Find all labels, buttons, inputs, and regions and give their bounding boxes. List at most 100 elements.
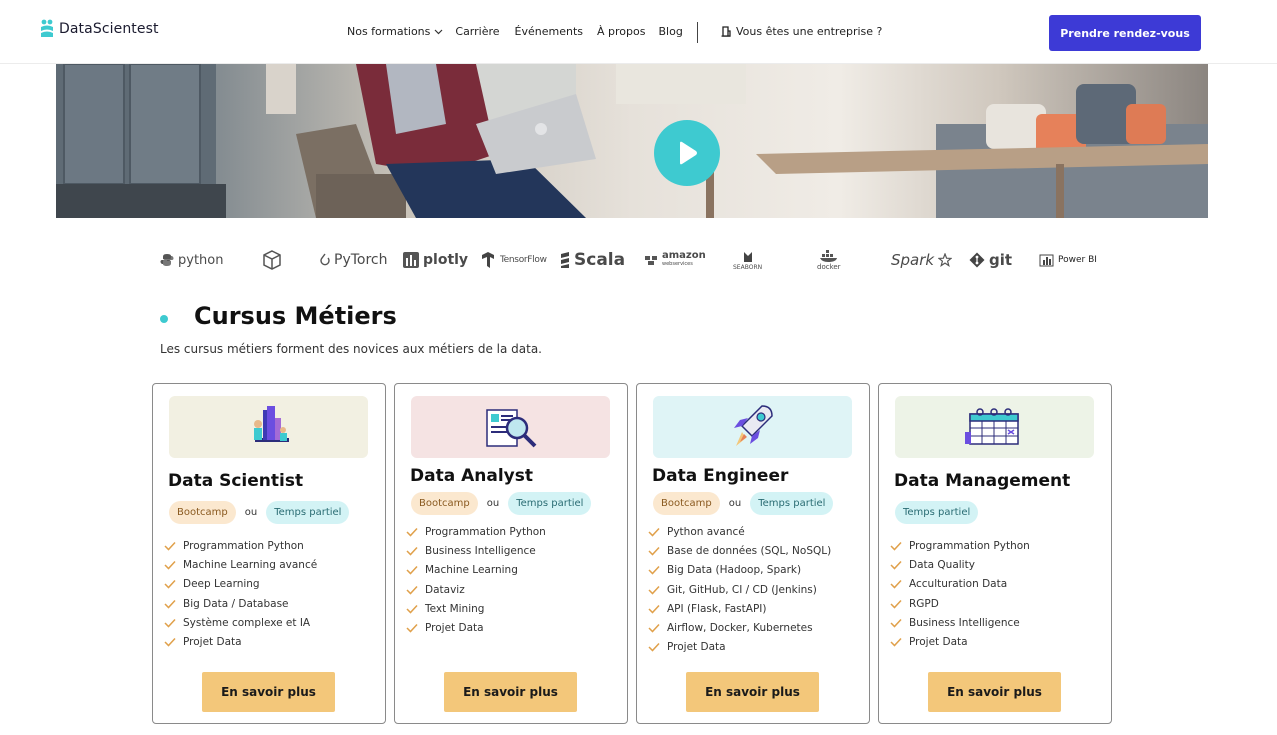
nav-formations-label: Nos formations <box>347 25 431 38</box>
tag-temps-partiel: Temps partiel <box>750 492 834 515</box>
card-illustration <box>653 396 852 458</box>
plotly-icon <box>403 252 419 268</box>
list-item: Projet Data <box>164 632 374 651</box>
list-item-label: Python avancé <box>667 525 745 538</box>
list-item: Deep Learning <box>164 575 374 594</box>
list-item: Data Quality <box>890 555 1100 574</box>
list-item: Git, GitHub, CI / CD (Jenkins) <box>648 580 858 599</box>
card-tags: Temps partiel <box>895 501 979 524</box>
tag-temps-partiel: Temps partiel <box>895 501 979 524</box>
list-item-label: Big Data (Hadoop, Spark) <box>667 564 802 577</box>
powerbi-icon <box>1039 254 1054 267</box>
check-icon <box>648 527 660 537</box>
list-item: RGPD <box>890 594 1100 613</box>
list-item: Projet Data <box>648 638 858 657</box>
nav-enterprise-label: Vous êtes une entreprise ? <box>736 25 883 38</box>
git-icon <box>969 252 985 268</box>
aws-label: amazon <box>662 250 706 261</box>
learn-more-button[interactable]: En savoir plus <box>928 672 1061 712</box>
check-icon <box>406 585 418 595</box>
tag-separator: ou <box>728 498 742 509</box>
check-icon <box>406 624 418 633</box>
tech-logos: python PyTorch plotly TensorFlow Scala a… <box>160 245 1110 275</box>
check-icon <box>406 566 418 575</box>
play-button[interactable] <box>654 120 720 186</box>
nav-carriere[interactable]: Carrière <box>455 25 499 38</box>
card-illustration <box>411 396 610 458</box>
check-icon <box>648 546 660 556</box>
check-icon <box>648 585 660 595</box>
list-item: Python avancé <box>648 522 858 541</box>
list-item-label: Big Data / Database <box>183 597 289 610</box>
list-item: Projet Data <box>890 632 1100 651</box>
list-item-label: Dataviz <box>425 583 465 596</box>
list-item: Machine Learning <box>406 561 616 580</box>
list-item: Airflow, Docker, Kubernetes <box>648 618 858 637</box>
check-icon <box>648 643 660 653</box>
docker-label: docker <box>817 262 841 271</box>
scala-logo: Scala <box>560 245 625 275</box>
plotly-logo: plotly <box>403 245 468 275</box>
section-subtitle: Les cursus métiers forment des novices a… <box>160 342 542 356</box>
list-item-label: Business Intelligence <box>909 616 1020 629</box>
nav-blog[interactable]: Blog <box>658 25 682 38</box>
list-item: Base de données (SQL, NoSQL) <box>648 541 858 560</box>
list-item-label: Projet Data <box>183 636 242 649</box>
nav-formations[interactable]: Nos formations <box>347 25 443 38</box>
nav-a-propos[interactable]: À propos <box>597 25 645 38</box>
check-icon <box>890 638 902 647</box>
tag-temps-partiel: Temps partiel <box>266 501 350 524</box>
list-item: API (Flask, FastAPI) <box>648 599 858 618</box>
aws-logo: amazon webservices <box>644 245 706 275</box>
list-item-label: Deep Learning <box>183 578 260 591</box>
list-item: Projet Data <box>406 618 616 637</box>
list-item-label: Base de données (SQL, NoSQL) <box>667 544 832 557</box>
card-feature-list: Python avancé Base de données (SQL, NoSQ… <box>648 522 858 657</box>
check-icon <box>164 580 176 589</box>
hero-video[interactable] <box>56 64 1208 218</box>
tag-temps-partiel: Temps partiel <box>508 492 592 515</box>
chevron-down-icon <box>434 29 443 34</box>
git-label: git <box>989 251 1013 269</box>
learn-more-button[interactable]: En savoir plus <box>202 672 335 712</box>
list-item: Système complexe et IA <box>164 613 374 632</box>
tag-bootcamp: Bootcamp <box>169 501 236 524</box>
check-icon <box>164 541 176 551</box>
tag-separator: ou <box>244 507 258 518</box>
list-item-label: Machine Learning <box>425 564 518 577</box>
learn-more-button[interactable]: En savoir plus <box>444 672 577 712</box>
nav-a-propos-label: À propos <box>597 25 646 38</box>
numpy-logo <box>261 245 283 275</box>
cube-icon <box>263 250 281 270</box>
logo[interactable]: DataScientest <box>40 19 159 38</box>
tensorflow-logo: TensorFlow <box>480 245 547 275</box>
check-icon <box>164 638 176 647</box>
list-item-label: Data Quality <box>909 558 975 571</box>
check-icon <box>164 560 176 570</box>
python-label: python <box>178 252 224 268</box>
card-illustration <box>895 396 1094 458</box>
book-appointment-button[interactable]: Prendre rendez-vous <box>1049 15 1201 51</box>
check-icon <box>164 599 176 609</box>
python-logo: python <box>160 245 223 275</box>
nav-enterprise-link[interactable]: Vous êtes une entreprise ? <box>721 25 882 38</box>
card-feature-list: Programmation Python Data Quality Accult… <box>890 536 1100 652</box>
card-title: Data Engineer <box>652 466 789 486</box>
star-icon <box>938 253 953 267</box>
check-icon <box>890 599 902 609</box>
building-icon <box>721 26 731 37</box>
list-item: Business Intelligence <box>890 613 1100 632</box>
learn-more-button[interactable]: En savoir plus <box>686 672 819 712</box>
play-icon <box>680 141 697 165</box>
course-card-data-engineer: Data Engineer Bootcamp ou Temps partiel … <box>636 383 870 724</box>
check-icon <box>406 527 418 537</box>
main-nav: Nos formations Carrière Événements À pro… <box>347 25 705 38</box>
video-scene-image <box>56 64 1208 218</box>
docker-icon <box>819 249 837 262</box>
check-icon <box>890 580 902 589</box>
list-item-label: Projet Data <box>667 641 726 654</box>
scala-label: Scala <box>574 250 626 270</box>
seaborn-icon <box>743 251 752 262</box>
nav-evenements[interactable]: Événements <box>515 25 583 38</box>
nav-blog-label: Blog <box>658 25 683 38</box>
